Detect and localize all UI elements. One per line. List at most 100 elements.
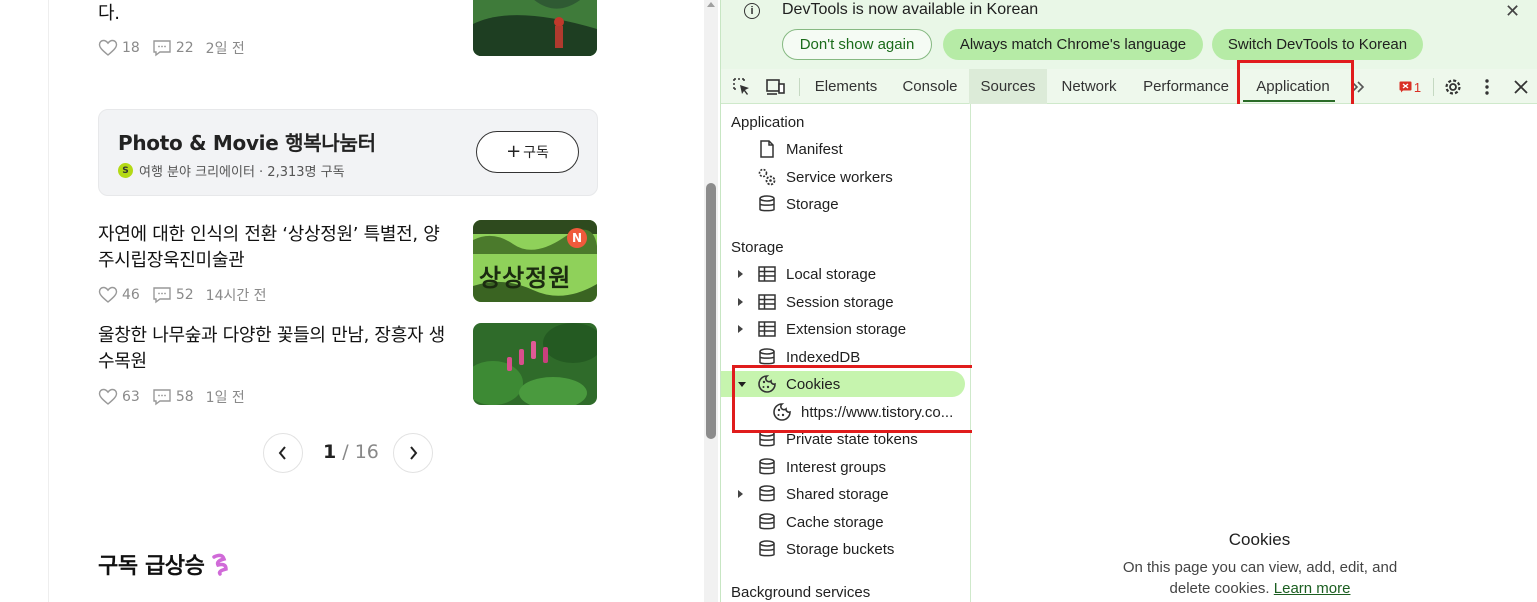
toolbar-separator — [1433, 78, 1434, 96]
expand-arrow-icon[interactable] — [738, 298, 743, 306]
post-meta: 63 58 1일 전 — [98, 387, 245, 407]
plus-icon: + — [506, 141, 522, 162]
main-description: On this page you can view, add, edit, an… — [1122, 559, 1398, 597]
device-toolbar-icon[interactable] — [765, 76, 787, 98]
toolbar-separator — [799, 78, 800, 96]
subscribe-button[interactable]: + 구독 — [476, 131, 579, 173]
highlight-box-cookies — [732, 365, 982, 433]
sidebar-item-manifest[interactable]: Manifest — [721, 136, 967, 162]
post-thumbnail[interactable]: 상상정원 N — [473, 220, 597, 302]
database-icon — [757, 347, 777, 367]
page-scrollbar-thumb[interactable] — [706, 183, 716, 439]
heart-icon — [98, 286, 118, 303]
expand-arrow-icon[interactable] — [738, 325, 743, 333]
scroll-up-arrow-icon[interactable] — [707, 2, 715, 7]
post-meta: 18 22 2일 전 — [98, 38, 245, 58]
database-icon — [757, 484, 777, 504]
cookies-empty-view: Cookies On this page you can view, add, … — [972, 104, 1537, 602]
sidebar-item-storage-buckets[interactable]: Storage buckets — [721, 536, 967, 562]
issues-counter[interactable]: 1 — [1393, 76, 1427, 98]
like-count[interactable]: 63 — [98, 388, 140, 406]
next-page-button[interactable] — [393, 433, 433, 473]
sidebar-item-extension-storage[interactable]: Extension storage — [721, 316, 967, 342]
tab-console[interactable]: Console — [891, 69, 969, 104]
infobar-message: DevTools is now available in Korean — [782, 1, 1039, 18]
switch-to-korean-button[interactable]: Switch DevTools to Korean — [1212, 29, 1423, 60]
blog-page: 다. 18 22 2일 전 Photo & Movie 행복나눔터 S 여행 분… — [0, 0, 720, 602]
thumb-title: 상상정원 — [479, 264, 572, 292]
comment-count[interactable]: 22 — [152, 39, 194, 57]
post-meta: 46 52 14시간 전 — [98, 285, 267, 305]
tab-performance[interactable]: Performance — [1131, 69, 1241, 104]
like-count[interactable]: 18 — [98, 39, 140, 57]
page-indicator: 1 / 16 — [323, 441, 379, 463]
sidebar-header-background-services: Background services — [731, 584, 871, 601]
blog-info: S 여행 분야 크리에이터 · 2,313명 구독 — [118, 161, 345, 180]
main-title: Cookies — [1228, 530, 1291, 549]
chevron-left-icon — [278, 446, 286, 460]
tab-sources[interactable]: Sources — [969, 69, 1047, 104]
table-icon — [757, 292, 777, 312]
subscribe-card: Photo & Movie 행복나눔터 S 여행 분야 크리에이터 · 2,31… — [98, 109, 598, 196]
table-icon — [757, 319, 777, 339]
like-count[interactable]: 46 — [98, 286, 140, 304]
close-devtools-icon[interactable] — [1510, 76, 1532, 98]
expand-arrow-icon[interactable] — [738, 490, 743, 498]
sidebar-item-service-workers[interactable]: Service workers — [721, 164, 967, 190]
post-thumbnail[interactable] — [473, 0, 597, 56]
gears-icon — [757, 167, 777, 187]
chevron-right-icon — [410, 446, 418, 460]
settings-gear-icon[interactable] — [1442, 76, 1464, 98]
database-icon — [757, 539, 777, 559]
comment-count[interactable]: 52 — [152, 286, 194, 304]
prev-page-button[interactable] — [263, 433, 303, 473]
post-time: 1일 전 — [205, 390, 245, 406]
page-divider — [48, 0, 49, 602]
comment-count[interactable]: 58 — [152, 388, 194, 406]
spring-icon — [212, 553, 229, 576]
expand-arrow-icon[interactable] — [738, 270, 743, 278]
language-infobar: i DevTools is now available in Korean ✕ … — [721, 0, 1537, 69]
inspect-element-icon[interactable] — [731, 76, 753, 98]
creator-badge: S — [118, 163, 133, 178]
blog-info-text: 여행 분야 크리에이터 · 2,313명 구독 — [139, 165, 345, 180]
tab-elements[interactable]: Elements — [801, 69, 891, 104]
sidebar-item-cache-storage[interactable]: Cache storage — [721, 509, 967, 535]
info-icon: i — [744, 3, 760, 19]
new-badge: N — [567, 228, 587, 248]
sidebar-item-storage[interactable]: Storage — [721, 191, 967, 217]
sidebar-item-interest-groups[interactable]: Interest groups — [721, 454, 967, 480]
table-icon — [757, 264, 777, 284]
document-icon — [757, 139, 777, 159]
post-thumbnail[interactable] — [473, 323, 597, 405]
comment-icon — [153, 389, 171, 406]
heart-icon — [98, 388, 118, 405]
post-time: 2일 전 — [205, 41, 245, 57]
error-icon — [1399, 81, 1412, 93]
close-icon[interactable]: ✕ — [1505, 1, 1520, 22]
comment-icon — [153, 40, 171, 57]
always-match-language-button[interactable]: Always match Chrome's language — [943, 29, 1203, 60]
devtools-panel: i DevTools is now available in Korean ✕ … — [720, 0, 1537, 602]
tab-network[interactable]: Network — [1047, 69, 1131, 104]
sidebar-item-local-storage[interactable]: Local storage — [721, 261, 967, 287]
application-sidebar: Application Manifest Service workers Sto… — [721, 104, 971, 602]
database-icon — [757, 512, 777, 532]
sidebar-item-shared-storage[interactable]: Shared storage — [721, 481, 967, 507]
post-title[interactable]: 다. — [98, 1, 448, 27]
learn-more-link[interactable]: Learn more — [1274, 580, 1351, 597]
sidebar-item-session-storage[interactable]: Session storage — [721, 289, 967, 315]
section-heading: 구독 급상승 — [98, 548, 234, 580]
post-title[interactable]: 울창한 나무숲과 다양한 꽃들의 만남, 장흥자 생수목원 — [98, 323, 448, 375]
dont-show-again-button[interactable]: Don't show again — [782, 29, 932, 60]
database-icon — [757, 457, 777, 477]
blog-title[interactable]: Photo & Movie 행복나눔터 — [118, 127, 376, 156]
heart-icon — [98, 39, 118, 56]
devtools-tabbar: Elements Console Sources Network Perform… — [721, 69, 1537, 104]
sidebar-header-storage: Storage — [731, 239, 784, 256]
more-options-icon[interactable] — [1476, 76, 1498, 98]
database-icon — [757, 194, 777, 214]
comment-icon — [153, 287, 171, 304]
post-title[interactable]: 자연에 대한 인식의 전환 ‘상상정원’ 특별전, 양주시립장욱진미술관 — [98, 222, 448, 274]
post-time: 14시간 전 — [205, 288, 267, 304]
